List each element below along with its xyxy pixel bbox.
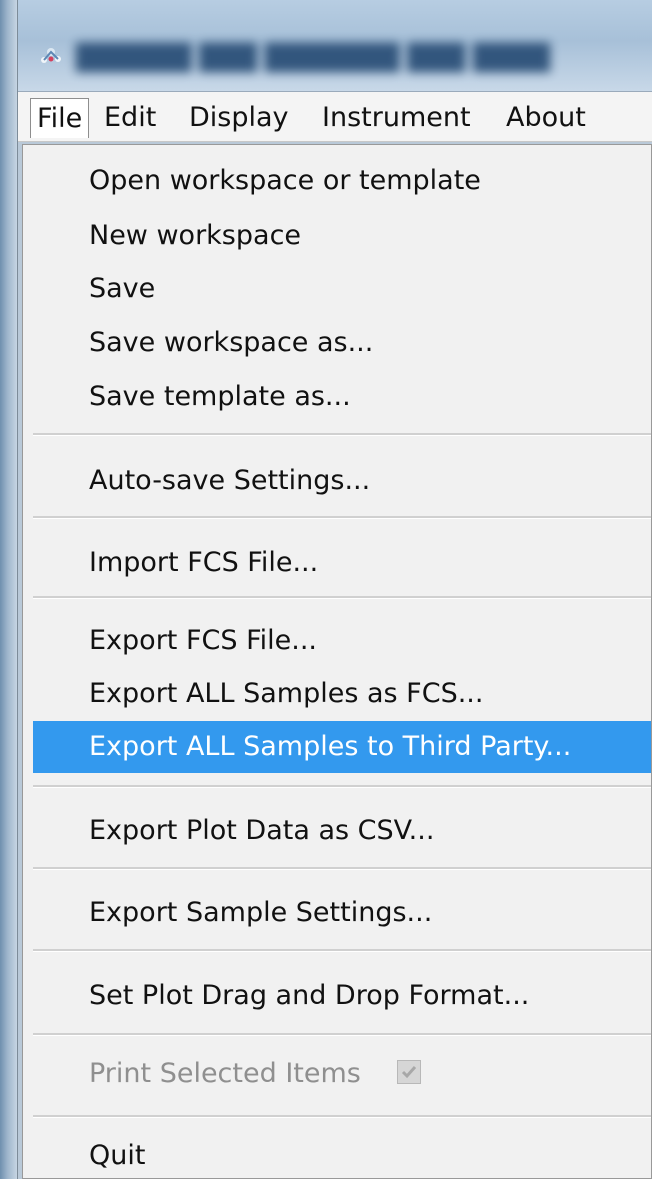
- menu-save[interactable]: Save: [33, 263, 651, 315]
- menu-auto-save-settings[interactable]: Auto-save Settings...: [33, 455, 651, 507]
- menu-export-all-samples-fcs[interactable]: Export ALL Samples as FCS...: [33, 668, 651, 720]
- menu-edit[interactable]: Edit: [98, 98, 162, 138]
- file-menu-dropdown: Open workspace or template New workspace…: [22, 144, 652, 1179]
- menu-separator: [33, 1115, 651, 1118]
- menu-separator: [33, 516, 651, 519]
- window-frame-left: [0, 0, 18, 1179]
- menu-separator: [33, 1033, 651, 1036]
- menu-separator: [33, 867, 651, 870]
- menu-set-plot-drag-drop-format[interactable]: Set Plot Drag and Drop Format...: [33, 970, 651, 1022]
- window-title-blurred: ██████ ███ ███████ ███ ████: [76, 43, 550, 72]
- application-window: ██████ ███ ███████ ███ ████ File Edit Di…: [0, 0, 652, 1179]
- menu-separator: [33, 596, 651, 599]
- print-selected-checkbox: [397, 1060, 421, 1084]
- menu-open-workspace[interactable]: Open workspace or template: [33, 155, 651, 207]
- menu-print-selected-items: Print Selected Items: [33, 1048, 651, 1100]
- menu-file[interactable]: File: [30, 98, 90, 138]
- menu-quit[interactable]: Quit: [33, 1130, 651, 1178]
- menu-export-fcs-file[interactable]: Export FCS File...: [33, 615, 651, 667]
- menu-bar: File Edit Display Instrument About: [18, 92, 652, 142]
- menu-save-template-as[interactable]: Save template as...: [33, 371, 651, 423]
- title-bar[interactable]: ██████ ███ ███████ ███ ████: [18, 0, 652, 92]
- menu-export-sample-settings[interactable]: Export Sample Settings...: [33, 887, 651, 939]
- menu-separator: [33, 785, 651, 788]
- menu-new-workspace[interactable]: New workspace: [33, 210, 651, 262]
- app-icon: [36, 44, 66, 66]
- menu-about[interactable]: About: [500, 98, 592, 138]
- menu-separator: [33, 949, 651, 952]
- menu-import-fcs-file[interactable]: Import FCS File...: [33, 537, 651, 589]
- menu-instrument[interactable]: Instrument: [316, 98, 477, 138]
- menu-separator: [33, 433, 651, 436]
- menu-display[interactable]: Display: [183, 98, 295, 138]
- print-selected-label: Print Selected Items: [89, 1058, 361, 1089]
- menu-export-plot-data-csv[interactable]: Export Plot Data as CSV...: [33, 805, 651, 857]
- menu-save-workspace-as[interactable]: Save workspace as...: [33, 317, 651, 369]
- menu-export-all-samples-third-party[interactable]: Export ALL Samples to Third Party...: [33, 721, 651, 773]
- checkmark-icon: [401, 1066, 417, 1079]
